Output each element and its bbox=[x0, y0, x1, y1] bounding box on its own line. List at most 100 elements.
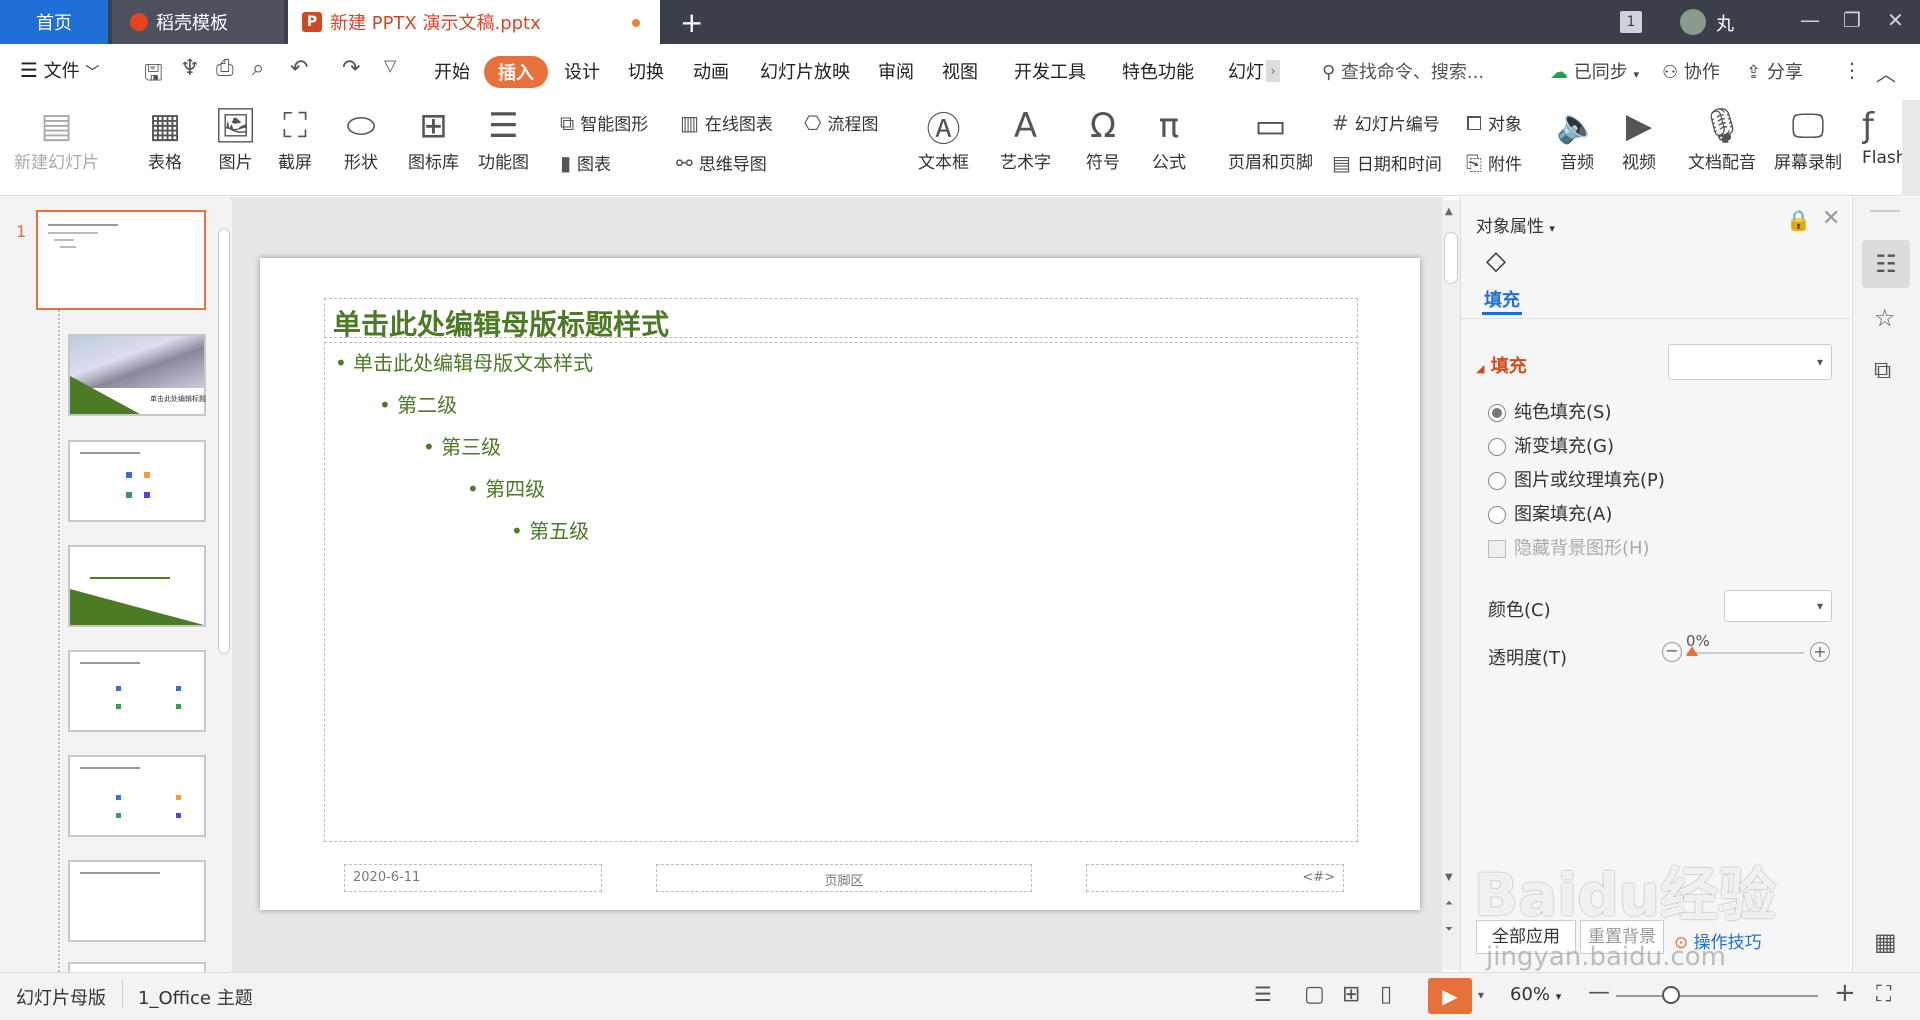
ribbon-scrollbar[interactable] bbox=[1902, 100, 1920, 196]
window-count-badge[interactable]: 1 bbox=[1620, 11, 1642, 33]
tab-home[interactable]: 首页 bbox=[0, 0, 108, 44]
transition-icon[interactable]: ⧉ bbox=[1874, 356, 1891, 384]
thumbnail-two-content-layout[interactable] bbox=[68, 650, 206, 732]
menu-home[interactable]: 开始 bbox=[434, 58, 470, 84]
user-avatar[interactable] bbox=[1680, 9, 1706, 35]
zoom-slider-handle[interactable] bbox=[1662, 986, 1680, 1004]
new-tab-plus-icon[interactable]: + bbox=[680, 6, 703, 39]
redo-icon[interactable]: ↷ bbox=[342, 56, 360, 81]
more-options-icon[interactable]: ⋮ bbox=[1842, 58, 1862, 82]
restore-icon[interactable]: ❐ bbox=[1843, 8, 1861, 32]
file-menu[interactable]: ☰ 文件 ﹀ bbox=[20, 57, 99, 83]
menu-scroll-right-icon[interactable]: › bbox=[1266, 60, 1280, 82]
next-slide-icon[interactable]: ⏷ bbox=[1445, 924, 1453, 935]
print-icon[interactable]: ⎙ bbox=[216, 56, 234, 81]
normal-view-icon[interactable]: ▢ bbox=[1304, 982, 1325, 1007]
fit-window-icon[interactable]: ⛶ bbox=[1876, 982, 1891, 1007]
menu-design[interactable]: 设计 bbox=[564, 58, 600, 84]
reading-view-icon[interactable]: ▯ bbox=[1380, 982, 1392, 1007]
theme-label[interactable]: 1_Office 主题 bbox=[138, 984, 253, 1010]
transparency-plus-button[interactable]: + bbox=[1810, 642, 1830, 662]
collab-button[interactable]: ⚇ 协作 bbox=[1662, 58, 1720, 84]
zoom-in-icon[interactable]: + bbox=[1834, 978, 1856, 1008]
date-placeholder[interactable]: 2020-6-11 bbox=[344, 864, 602, 892]
fill-type-dropdown[interactable] bbox=[1668, 344, 1832, 380]
zoom-level[interactable]: 60% ▾ bbox=[1510, 984, 1561, 1005]
print-preview-icon[interactable]: ⌕ bbox=[252, 56, 264, 81]
function-chart-button[interactable]: ☰ 功能图 bbox=[478, 104, 529, 173]
quick-access-dropdown-icon[interactable]: ▽ bbox=[384, 56, 396, 75]
screen-record-button[interactable]: 🖵 屏幕录制 bbox=[1774, 104, 1842, 173]
animation-star-icon[interactable]: ☆ bbox=[1874, 304, 1896, 332]
user-name[interactable]: 丸 bbox=[1716, 10, 1734, 36]
minimize-icon[interactable]: — bbox=[1800, 8, 1820, 32]
thumb-scrollbar-thumb[interactable] bbox=[218, 228, 230, 654]
radio-pattern-fill[interactable]: 图案填充(A) bbox=[1488, 500, 1612, 526]
menu-animation[interactable]: 动画 bbox=[693, 58, 729, 84]
properties-sliders-icon[interactable]: ☷ bbox=[1862, 240, 1910, 288]
audio-button[interactable]: 🔈 音频 bbox=[1556, 104, 1598, 173]
thumbnail-layout-3[interactable] bbox=[68, 440, 206, 522]
thumbnail-title-layout[interactable]: 单击此处编辑标题 bbox=[68, 334, 206, 416]
new-slide-button[interactable]: ▤ 新建幻灯片 bbox=[14, 104, 99, 173]
textbox-button[interactable]: Ⓐ 文本框 bbox=[918, 104, 969, 174]
fill-section-header[interactable]: ◢ 填充 bbox=[1476, 352, 1527, 378]
number-placeholder[interactable]: <#> bbox=[1086, 864, 1344, 892]
menu-developer[interactable]: 开发工具 bbox=[1014, 58, 1086, 84]
online-chart-button[interactable]: ▥ 在线图表 bbox=[680, 110, 773, 136]
notes-icon[interactable]: ☰ bbox=[1254, 982, 1272, 1006]
picture-button[interactable]: 🖼 图片 bbox=[214, 104, 257, 173]
mindmap-button[interactable]: ⚯ 思维导图 bbox=[676, 150, 767, 176]
thumbnail-master[interactable] bbox=[36, 210, 206, 310]
transparency-slider-track[interactable] bbox=[1686, 652, 1804, 654]
collapse-ribbon-icon[interactable]: ︿ bbox=[1876, 58, 1896, 87]
symbol-button[interactable]: Ω 符号 bbox=[1086, 104, 1120, 173]
fill-tab[interactable]: 填充 bbox=[1484, 286, 1520, 312]
thumbnail-blank-layout[interactable] bbox=[68, 962, 206, 972]
slide-scrollbar[interactable] bbox=[1442, 200, 1460, 970]
datetime-button[interactable]: ▤ 日期和时间 bbox=[1332, 150, 1442, 176]
search-command[interactable]: ⚲ 查找命令、搜索... bbox=[1322, 58, 1484, 84]
scroll-up-arrow-icon[interactable]: ▲ bbox=[1445, 206, 1453, 217]
menu-review[interactable]: 审阅 bbox=[878, 58, 914, 84]
save-icon[interactable]: 🖫 bbox=[144, 56, 163, 94]
radio-picture-fill[interactable]: 图片或纹理填充(P) bbox=[1488, 466, 1665, 492]
transparency-minus-button[interactable]: − bbox=[1662, 642, 1682, 662]
menu-slideshow[interactable]: 幻灯片放映 bbox=[760, 58, 850, 84]
shape-button[interactable]: ⬭ 形状 bbox=[344, 104, 378, 173]
fill-bucket-icon[interactable]: ◇ bbox=[1486, 246, 1506, 276]
radio-solid-fill[interactable]: 纯色填充(S) bbox=[1488, 398, 1611, 424]
formula-button[interactable]: π 公式 bbox=[1152, 104, 1186, 173]
slide-canvas[interactable]: 单击此处编辑母版标题样式 • 单击此处编辑母版文本样式 • 第二级 • 第三级 … bbox=[260, 258, 1420, 910]
narration-button[interactable]: 🎙 文档配音 bbox=[1688, 104, 1756, 173]
tab-docer[interactable]: 稻壳模板 bbox=[112, 0, 284, 44]
sorter-view-icon[interactable]: ⊞ bbox=[1342, 982, 1360, 1007]
grid-apps-icon[interactable]: ▦ bbox=[1874, 928, 1897, 956]
slide-number-button[interactable]: # 幻灯片编号 bbox=[1332, 110, 1440, 136]
menu-view[interactable]: 视图 bbox=[942, 58, 978, 84]
header-footer-button[interactable]: ▭ 页眉和页脚 bbox=[1228, 104, 1313, 173]
play-slideshow-button[interactable]: ▶ bbox=[1428, 978, 1472, 1014]
panel-title[interactable]: 对象属性 ▾ bbox=[1476, 212, 1555, 237]
zoom-out-icon[interactable]: — bbox=[1588, 980, 1610, 1005]
menu-insert[interactable]: 插入 bbox=[484, 56, 548, 88]
icon-library-button[interactable]: ⊞ 图标库 bbox=[408, 104, 459, 173]
thumbnail-section-layout[interactable] bbox=[68, 545, 206, 627]
object-button[interactable]: ⧠ 对象 bbox=[1466, 110, 1522, 136]
body-placeholder[interactable]: • 单击此处编辑母版文本样式 • 第二级 • 第三级 • 第四级 • 第五级 bbox=[324, 342, 1358, 842]
thumbnail-comparison-layout[interactable] bbox=[68, 755, 206, 837]
screenshot-button[interactable]: ⛶ 截屏 bbox=[278, 104, 312, 173]
undo-icon[interactable]: ↶ bbox=[290, 56, 308, 81]
smart-shape-button[interactable]: ⧉ 智能图形 bbox=[560, 110, 648, 136]
play-dropdown-icon[interactable]: ▾ bbox=[1478, 988, 1484, 1002]
radio-gradient-fill[interactable]: 渐变填充(G) bbox=[1488, 432, 1614, 458]
close-panel-icon[interactable]: ✕ bbox=[1822, 206, 1840, 231]
flash-button[interactable]: ƒ Flash bbox=[1862, 104, 1902, 168]
zoom-slider-track[interactable] bbox=[1616, 995, 1818, 997]
close-window-icon[interactable]: ✕ bbox=[1887, 8, 1904, 32]
menu-special[interactable]: 特色功能 bbox=[1122, 58, 1194, 84]
lock-icon[interactable]: 🔒 bbox=[1786, 208, 1811, 232]
sync-status[interactable]: ☁ 已同步 ▾ bbox=[1550, 58, 1639, 84]
attachment-button[interactable]: ⎘ 附件 bbox=[1466, 150, 1522, 176]
prev-slide-icon[interactable]: ⏶ bbox=[1445, 898, 1453, 909]
